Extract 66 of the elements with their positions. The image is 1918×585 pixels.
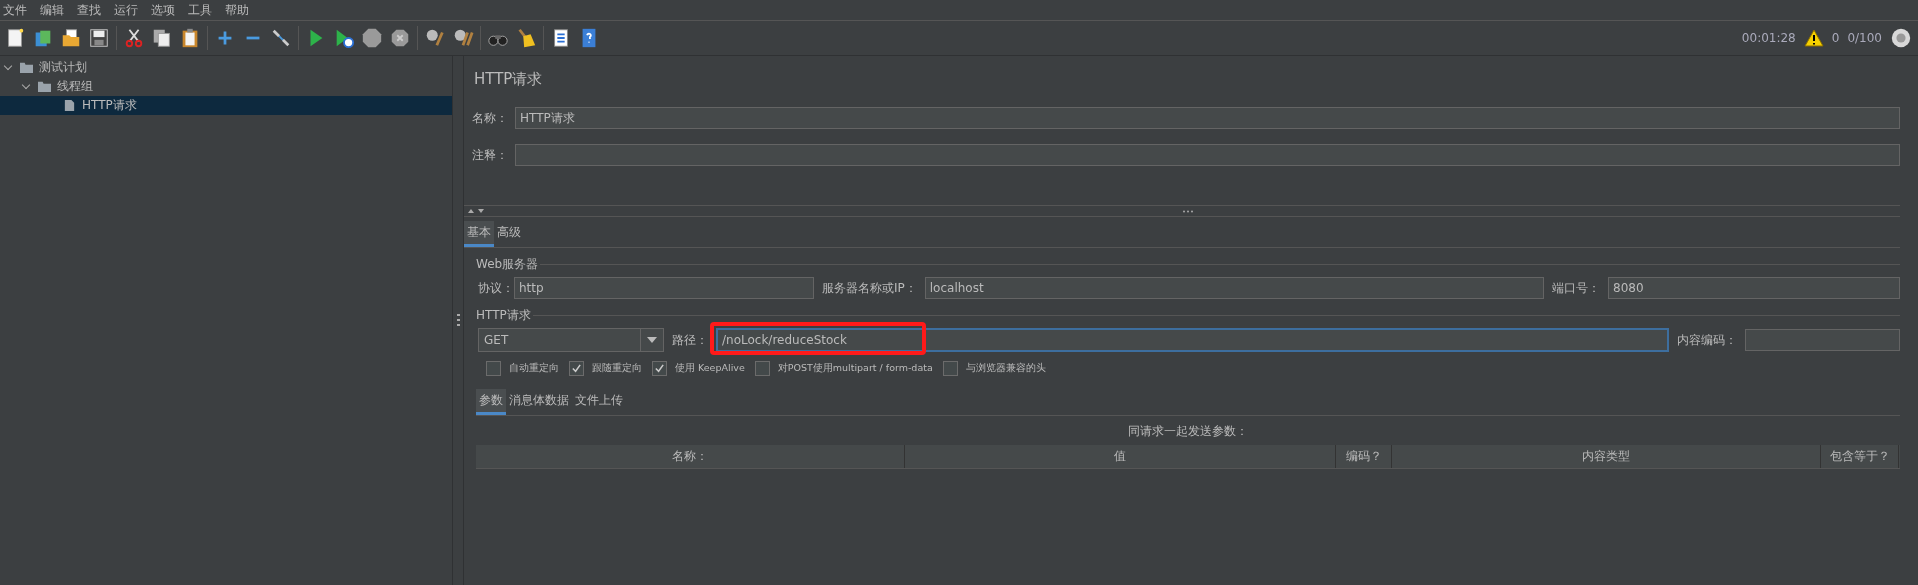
port-field[interactable]: 8080 [1608, 277, 1900, 299]
checkbox-label: 跟随重定向 [592, 362, 642, 375]
server-field[interactable]: localhost [924, 277, 1544, 299]
tree-item[interactable]: 线程组 [0, 77, 452, 96]
name-field[interactable]: HTTP请求 [515, 107, 1900, 129]
tab[interactable]: 高级 [494, 221, 524, 247]
open-folder-icon[interactable] [60, 27, 82, 49]
checkbox-label: 自动重定向 [509, 362, 559, 375]
folder-icon [37, 80, 52, 93]
menu-item[interactable]: 帮助 [222, 1, 255, 19]
menu-item[interactable]: 查找 [74, 1, 107, 19]
method-dropdown[interactable]: GET [478, 328, 664, 352]
encoding-field[interactable] [1745, 329, 1900, 351]
column-header[interactable]: 内容类型 [1392, 445, 1821, 468]
field-label: 名称： [472, 109, 509, 127]
field-label: 协议： [478, 279, 514, 297]
tab[interactable]: 文件上传 [572, 389, 626, 415]
group-title: Web服务器 [476, 256, 539, 273]
comment-field[interactable] [515, 144, 1900, 166]
tab[interactable]: 基本 [464, 221, 494, 247]
field-label: 服务器名称或IP： [821, 279, 918, 297]
column-header[interactable]: 名称： [476, 445, 905, 468]
thread-count: 0/100 [1847, 31, 1882, 45]
cut-icon[interactable] [123, 27, 145, 49]
group-title: HTTP请求 [476, 307, 531, 324]
save-icon[interactable] [88, 27, 110, 49]
checkbox-label: 与浏览器兼容的头 [965, 362, 1046, 375]
splitter-handle[interactable] [1182, 209, 1194, 213]
warning-icon[interactable] [1803, 29, 1824, 47]
menu-item[interactable]: 运行 [111, 1, 144, 19]
folder-icon [19, 61, 34, 74]
table-caption: 同请求一起发送参数： [1128, 423, 1248, 440]
menu-item[interactable]: 工具 [185, 1, 218, 19]
menu-item[interactable]: 编辑 [37, 1, 70, 19]
checkbox-label: 对POST使用multipart / form-data [777, 362, 933, 375]
column-header[interactable]: 包含等于？ [1821, 445, 1899, 468]
field-label: 内容编码： [1676, 331, 1738, 349]
menu-item[interactable]: 选项 [148, 1, 181, 19]
field-label: 注释： [472, 146, 509, 164]
protocol-field[interactable]: http [514, 277, 814, 299]
stop-icon[interactable] [361, 27, 383, 49]
checkbox[interactable] [652, 361, 667, 376]
tree-item[interactable]: HTTP请求 [0, 96, 452, 115]
path-field[interactable]: /noLock/reduceStock [716, 328, 1669, 352]
panel-title: HTTP请求 [473, 69, 544, 90]
checkbox[interactable] [486, 361, 501, 376]
dropdown-arrow-icon [647, 337, 657, 343]
shutdown-icon[interactable] [389, 27, 411, 49]
menu-item[interactable]: 文件 [0, 1, 33, 19]
warning-count: 0 [1831, 31, 1840, 45]
document-icon [62, 99, 77, 112]
checkbox[interactable] [754, 361, 770, 376]
checkbox[interactable] [942, 361, 958, 376]
column-header[interactable]: 编码？ [1336, 445, 1392, 468]
splitter-handle[interactable] [456, 313, 460, 328]
field-label: 路径： [671, 331, 709, 349]
column-header[interactable]: 值 [905, 445, 1336, 468]
field-label: 端口号： [1551, 279, 1601, 297]
copy-icon[interactable] [151, 27, 173, 49]
tree-item[interactable]: 测试计划 [0, 58, 452, 77]
tab[interactable]: 参数 [476, 389, 506, 415]
elapsed-time: 00:01:28 [1741, 31, 1796, 45]
collapse-arrows-icon[interactable] [467, 208, 487, 214]
tab[interactable]: 消息体数据 [506, 389, 572, 415]
checkbox[interactable] [569, 361, 584, 376]
checkbox-label: 使用 KeepAlive [675, 362, 745, 375]
